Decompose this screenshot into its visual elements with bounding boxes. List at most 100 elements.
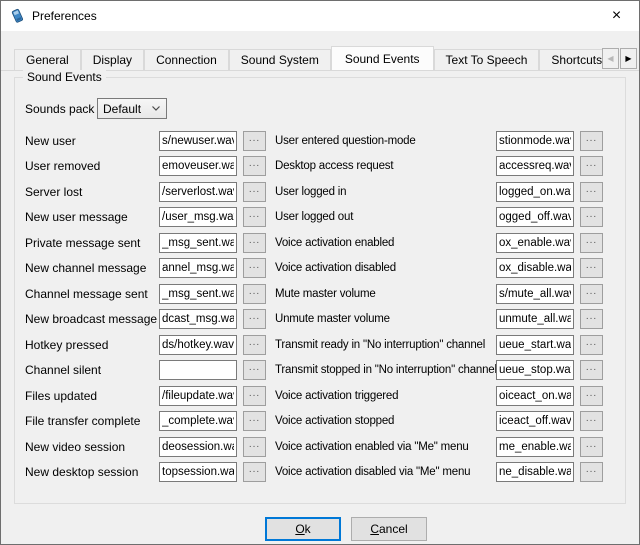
ok-button[interactable]: Ok — [265, 517, 341, 541]
sound-events-groupbox: Sound Events Sounds pack Default New use… — [14, 77, 626, 504]
browse-button[interactable]: ... — [580, 156, 603, 176]
browse-button[interactable]: ... — [580, 437, 603, 457]
event-label: Voice activation stopped — [275, 415, 496, 427]
sound-file-input[interactable] — [159, 335, 237, 355]
sound-file-input[interactable] — [496, 182, 574, 202]
event-label: Voice activation enabled — [275, 237, 496, 249]
browse-button[interactable]: ... — [580, 411, 603, 431]
sound-file-input[interactable] — [496, 233, 574, 253]
browse-button[interactable]: ... — [243, 182, 266, 202]
event-label: Transmit stopped in "No interruption" ch… — [275, 364, 496, 376]
browse-button[interactable]: ... — [580, 462, 603, 482]
sound-file-input[interactable] — [496, 258, 574, 278]
sound-file-input[interactable] — [159, 182, 237, 202]
cancel-button[interactable]: Cancel — [351, 517, 427, 541]
sound-file-input[interactable] — [159, 437, 237, 457]
tab-sound-events[interactable]: Sound Events — [331, 46, 434, 70]
preferences-dialog: Preferences × GeneralDisplayConnectionSo… — [0, 0, 640, 545]
sounds-pack-select[interactable]: Default — [97, 98, 167, 119]
sound-file-input[interactable] — [159, 386, 237, 406]
sound-file-input[interactable] — [159, 360, 237, 380]
sound-event-row: New channel message... Voice activation d… — [25, 256, 603, 282]
browse-button[interactable]: ... — [580, 131, 603, 151]
event-label: User entered question-mode — [275, 135, 496, 147]
tab-display[interactable]: Display — [81, 49, 144, 70]
browse-button[interactable]: ... — [243, 335, 266, 355]
sound-event-row: New desktop session...Voice activation d… — [25, 460, 603, 486]
browse-button[interactable]: ... — [243, 360, 266, 380]
tab-scroll-right-button[interactable]: ▶ — [620, 48, 637, 69]
sound-events-list: New user...User entered question-mode...… — [25, 128, 603, 485]
sound-file-input[interactable] — [496, 309, 574, 329]
close-button[interactable]: × — [594, 1, 639, 31]
event-label: Hotkey pressed — [25, 338, 159, 352]
browse-button[interactable]: ... — [243, 207, 266, 227]
browse-button[interactable]: ... — [243, 284, 266, 304]
browse-button[interactable]: ... — [580, 309, 603, 329]
browse-button[interactable]: ... — [243, 437, 266, 457]
sound-event-row: New broadcast message...Unmute master vo… — [25, 307, 603, 333]
event-label: New user message — [25, 210, 159, 224]
event-label: New video session — [25, 440, 159, 454]
sound-file-input[interactable] — [496, 386, 574, 406]
browse-button[interactable]: ... — [580, 360, 603, 380]
event-label: Transmit ready in "No interruption" chan… — [275, 339, 496, 351]
event-label: User logged out — [275, 211, 496, 223]
browse-button[interactable]: ... — [580, 233, 603, 253]
sound-file-input[interactable] — [159, 207, 237, 227]
sound-event-row: Server lost...User logged in... — [25, 179, 603, 205]
tab-general[interactable]: General — [14, 49, 81, 70]
tab-scroll-left-button[interactable]: ◀ — [602, 48, 619, 69]
sound-file-input[interactable] — [496, 462, 574, 482]
sound-file-input[interactable] — [496, 360, 574, 380]
browse-button[interactable]: ... — [243, 386, 266, 406]
sounds-pack-label: Sounds pack — [25, 102, 97, 116]
sound-file-input[interactable] — [496, 156, 574, 176]
sound-event-row: Files updated...Voice activation trigger… — [25, 383, 603, 409]
event-label: User logged in — [275, 186, 496, 198]
sound-file-input[interactable] — [159, 258, 237, 278]
event-label: Channel message sent — [25, 287, 159, 301]
sound-file-input[interactable] — [496, 284, 574, 304]
sound-file-input[interactable] — [159, 309, 237, 329]
browse-button[interactable]: ... — [580, 386, 603, 406]
browse-button[interactable]: ... — [580, 207, 603, 227]
browse-button[interactable]: ... — [243, 131, 266, 151]
event-label: Voice activation disabled — [275, 262, 496, 274]
event-label: Mute master volume — [275, 288, 496, 300]
browse-button[interactable]: ... — [243, 309, 266, 329]
sound-file-input[interactable] — [159, 156, 237, 176]
sounds-pack-value: Default — [103, 102, 141, 116]
sound-file-input[interactable] — [159, 131, 237, 151]
sound-file-input[interactable] — [159, 462, 237, 482]
sound-event-row: Channel silent...Transmit stopped in "No… — [25, 358, 603, 384]
sound-file-input[interactable] — [496, 437, 574, 457]
browse-button[interactable]: ... — [243, 233, 266, 253]
browse-button[interactable]: ... — [243, 258, 266, 278]
browse-button[interactable]: ... — [243, 411, 266, 431]
sound-file-input[interactable] — [496, 335, 574, 355]
tab-shortcuts[interactable]: Shortcuts — [539, 49, 602, 70]
sound-file-input[interactable] — [496, 131, 574, 151]
browse-button[interactable]: ... — [580, 182, 603, 202]
tab-text-to-speech[interactable]: Text To Speech — [434, 49, 540, 70]
sound-file-input[interactable] — [496, 411, 574, 431]
chevron-down-icon — [151, 105, 161, 112]
sound-event-row: New video session...Voice activation ena… — [25, 434, 603, 460]
tab-sound-system[interactable]: Sound System — [229, 49, 331, 70]
browse-button[interactable]: ... — [243, 156, 266, 176]
event-label: New channel message — [25, 261, 159, 275]
sound-file-input[interactable] — [496, 207, 574, 227]
sound-file-input[interactable] — [159, 284, 237, 304]
browse-button[interactable]: ... — [580, 335, 603, 355]
browse-button[interactable]: ... — [580, 284, 603, 304]
tab-connection[interactable]: Connection — [144, 49, 229, 70]
event-label: Private message sent — [25, 236, 159, 250]
sound-file-input[interactable] — [159, 411, 237, 431]
sound-event-row: Private message sent... Voice activation … — [25, 230, 603, 256]
browse-button[interactable]: ... — [243, 462, 266, 482]
sound-event-row: New user...User entered question-mode... — [25, 128, 603, 154]
sound-file-input[interactable] — [159, 233, 237, 253]
browse-button[interactable]: ... — [580, 258, 603, 278]
sound-event-row: User removed...Desktop access request... — [25, 154, 603, 180]
